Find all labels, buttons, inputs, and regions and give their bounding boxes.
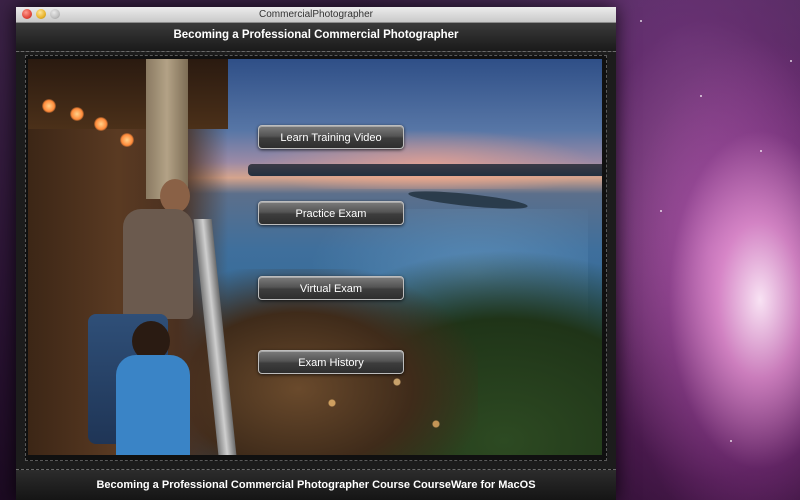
star — [730, 440, 732, 442]
window-title: CommercialPhotographer — [259, 9, 373, 20]
distant-shore — [248, 164, 602, 176]
stone-pillar — [146, 59, 188, 199]
photographer-body — [123, 209, 193, 319]
page-title: Becoming a Professional Commercial Photo… — [173, 29, 459, 41]
star — [700, 95, 702, 97]
child-body — [116, 355, 190, 455]
terrace-lights — [228, 319, 488, 455]
star — [660, 210, 662, 212]
window-titlebar[interactable]: CommercialPhotographer — [16, 7, 616, 23]
star — [790, 60, 792, 62]
footer-bar: Becoming a Professional Commercial Photo… — [16, 469, 616, 500]
footer-text: Becoming a Professional Commercial Photo… — [96, 479, 536, 491]
lantern — [120, 133, 134, 147]
star — [760, 150, 762, 152]
restaurant-roof — [28, 59, 228, 129]
learn-training-video-button[interactable]: Learn Training Video — [258, 125, 404, 149]
star — [640, 20, 642, 22]
hero-photo — [28, 59, 602, 455]
photographer-head — [160, 179, 190, 213]
child-figure — [106, 321, 196, 455]
lantern — [94, 117, 108, 131]
exam-history-button[interactable]: Exam History — [258, 350, 404, 374]
lantern — [70, 107, 84, 121]
header-bar: Becoming a Professional Commercial Photo… — [16, 23, 616, 52]
lantern — [42, 99, 56, 113]
app-window: CommercialPhotographer Becoming a Profes… — [16, 7, 616, 500]
virtual-exam-button[interactable]: Virtual Exam — [258, 276, 404, 300]
practice-exam-button[interactable]: Practice Exam — [258, 201, 404, 225]
